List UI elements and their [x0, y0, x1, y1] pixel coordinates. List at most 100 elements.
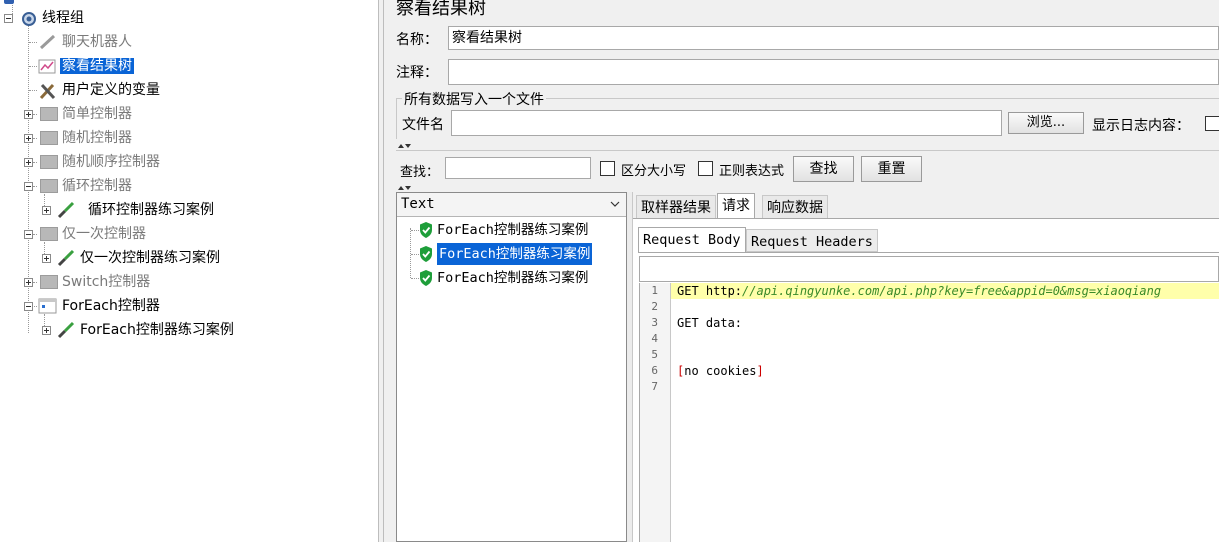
result-sample-item[interactable]: ForEach控制器练习案例	[437, 267, 588, 289]
controller-icon	[40, 275, 58, 289]
expand-arrow-icon[interactable]	[398, 186, 404, 190]
controller-icon	[40, 107, 58, 121]
collapse-toggle[interactable]	[24, 230, 33, 239]
search-input[interactable]	[445, 157, 591, 179]
controller-icon	[40, 227, 58, 241]
controller-icon	[40, 179, 58, 193]
line-text: [no cookies]	[677, 363, 764, 379]
controller-icon	[40, 131, 58, 145]
tree-item-user-variables[interactable]: 用户定义的变量	[62, 79, 160, 101]
tab-response-data[interactable]: 响应数据	[762, 195, 828, 219]
tree-connector	[33, 186, 37, 187]
line-number: 6	[651, 364, 658, 377]
collapse-toggle[interactable]	[24, 302, 33, 311]
filename-input[interactable]	[451, 110, 1002, 136]
expand-toggle[interactable]	[42, 206, 51, 215]
code-editor[interactable]: 1 GET http://api.qingyunke.com/api.php?ke…	[639, 283, 1219, 542]
tab-request[interactable]: 请求	[717, 193, 755, 219]
line-number: 2	[651, 300, 658, 313]
line-number: 4	[651, 332, 658, 345]
tree-item-once-only-controller[interactable]: 仅一次控制器	[62, 223, 146, 245]
controller-icon	[40, 155, 58, 169]
tab-sampler-result[interactable]: 取样器结果	[636, 195, 716, 219]
collapse-arrow-icon[interactable]	[405, 144, 411, 148]
tree-item-foreach-controller[interactable]: ForEach控制器	[62, 295, 160, 317]
case-sensitive-checkbox[interactable]	[600, 161, 615, 176]
reset-button[interactable]: 重置	[861, 156, 922, 182]
collapse-arrow-icon[interactable]	[405, 186, 411, 190]
tree-item-simple-controller[interactable]: 简单控制器	[62, 103, 132, 125]
test-plan-icon	[4, 0, 14, 4]
expand-toggle[interactable]	[24, 110, 33, 119]
tree-item-switch-controller[interactable]: Switch控制器	[62, 271, 150, 293]
regex-label: 正则表达式	[719, 164, 785, 179]
name-input[interactable]: 察看结果树	[448, 26, 1219, 50]
code-line: 6 [no cookies]	[640, 363, 1219, 379]
result-sample-item[interactable]: ForEach控制器练习案例	[437, 219, 588, 241]
find-button[interactable]: 查找	[793, 156, 854, 182]
thread-group-icon	[22, 12, 36, 26]
tree-connector	[411, 278, 419, 279]
renderer-value: Text	[401, 196, 435, 212]
http-sampler-icon	[57, 201, 75, 219]
tree-connector	[411, 230, 419, 231]
result-sample-item-selected[interactable]: ForEach控制器练习案例	[437, 243, 593, 265]
code-token: //api.qingyunke.com/api.php?key=free&app…	[742, 284, 1162, 298]
log-label: 显示日志内容：	[1092, 118, 1190, 134]
tree-item-foreach-sample[interactable]: ForEach控制器练习案例	[80, 319, 234, 341]
filename-label: 文件名	[402, 117, 444, 133]
tree-item-loop-sample[interactable]: 循环控制器练习案例	[88, 199, 214, 221]
code-line: 1 GET http://api.qingyunke.com/api.php?ke…	[640, 283, 1219, 299]
test-plan-tree[interactable]: 线程组 聊天机器人 察看结果树 用户定义的变量 简单控制器 随机控制器 随机顺序…	[0, 0, 378, 542]
collapse-toggle[interactable]	[24, 182, 33, 191]
tab-request-headers[interactable]: Request Headers	[746, 229, 878, 252]
tree-connector	[33, 114, 37, 115]
tree-item-thread-group[interactable]: 线程组	[42, 7, 84, 29]
code-line: 5	[640, 347, 1219, 363]
code-line: 4	[640, 331, 1219, 347]
code-token: GET data:	[677, 316, 743, 330]
tree-connector	[33, 138, 37, 139]
expand-arrow-icon[interactable]	[398, 144, 404, 148]
regex-checkbox[interactable]	[698, 161, 713, 176]
search-label: 查找：	[400, 165, 440, 180]
code-token: no cookies	[684, 364, 757, 378]
renderer-select[interactable]: Text	[397, 193, 626, 217]
expand-toggle[interactable]	[24, 134, 33, 143]
body-search-field[interactable]	[639, 256, 1219, 282]
line-text: GET http://api.qingyunke.com/api.php?key…	[677, 283, 1161, 299]
tree-connector	[411, 254, 419, 255]
tree-item-label: 线程组	[42, 10, 84, 26]
expand-toggle[interactable]	[42, 326, 51, 335]
tree-item-random-order-controller[interactable]: 随机顺序控制器	[62, 151, 160, 173]
expand-toggle[interactable]	[24, 158, 33, 167]
tree-item-loop-controller[interactable]: 循环控制器	[62, 175, 132, 197]
tree-item-chat-robot[interactable]: 聊天机器人	[62, 31, 132, 53]
section-divider	[396, 150, 1219, 151]
code-token: ]	[756, 364, 764, 378]
code-line: 3 GET data:	[640, 315, 1219, 331]
tree-connector	[33, 162, 37, 163]
tree-item-random-controller[interactable]: 随机控制器	[62, 127, 132, 149]
name-label: 名称：	[396, 32, 438, 48]
sampler-icon	[39, 34, 56, 50]
success-shield-icon	[420, 246, 432, 262]
tree-connector	[410, 228, 411, 278]
log-checkbox[interactable]	[1205, 116, 1219, 131]
expand-toggle[interactable]	[24, 278, 33, 287]
tree-item-view-results-tree[interactable]: 察看结果树	[60, 55, 134, 77]
tree-item-once-only-sample[interactable]: 仅一次控制器练习案例	[80, 247, 220, 269]
line-text: GET data:	[677, 315, 742, 331]
tools-icon	[39, 83, 56, 100]
http-sampler-icon	[57, 249, 75, 267]
tree-connector	[29, 66, 37, 67]
browse-button[interactable]: 浏览...	[1008, 112, 1084, 134]
collapse-toggle[interactable]	[4, 14, 13, 23]
expand-toggle[interactable]	[42, 254, 51, 263]
tab-request-body[interactable]: Request Body	[638, 227, 746, 252]
http-sampler-icon	[57, 321, 75, 339]
code-token: GET http:	[677, 284, 743, 298]
tree-connector	[29, 42, 37, 43]
code-line: 2	[640, 299, 1219, 315]
comment-input[interactable]	[448, 59, 1219, 85]
